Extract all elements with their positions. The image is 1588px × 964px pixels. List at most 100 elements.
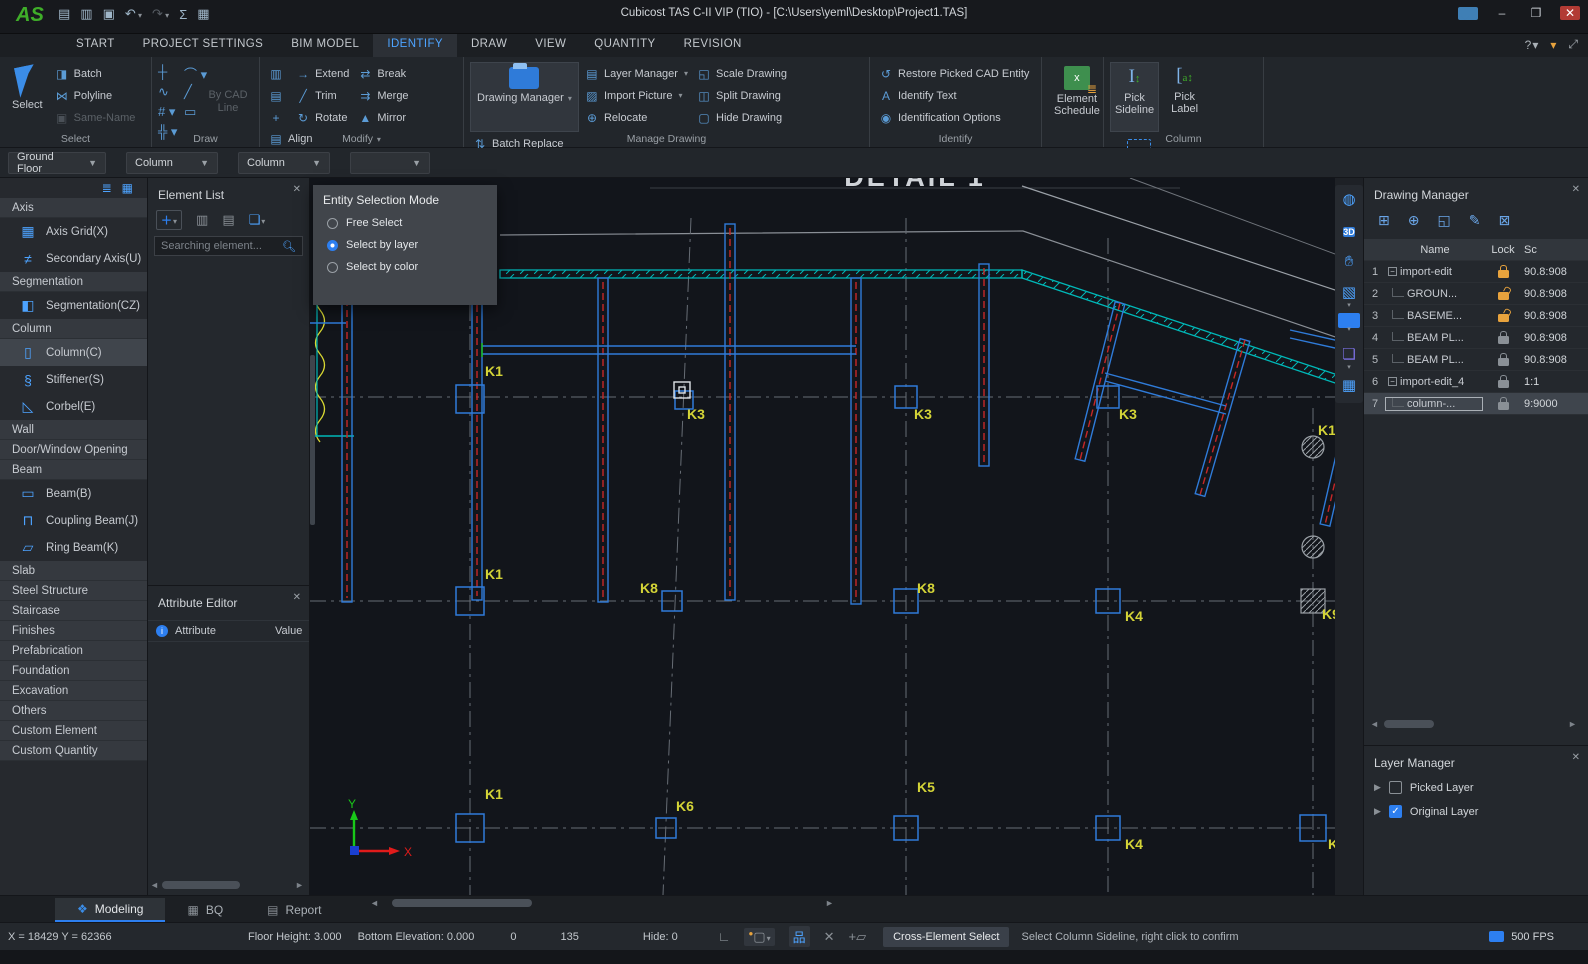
- tab-quantity[interactable]: QUANTITY: [580, 34, 669, 57]
- help-icon[interactable]: ?▾: [1525, 38, 1539, 52]
- trim-button[interactable]: ╱Trim: [296, 86, 349, 105]
- batch-button[interactable]: ◨Batch: [55, 64, 136, 83]
- sidebar-item-axis-grid-x[interactable]: ▦Axis Grid(X): [0, 218, 147, 245]
- sidebar-section-staircase[interactable]: Staircase: [0, 601, 147, 621]
- sidebar-section-wall[interactable]: Wall: [0, 420, 147, 440]
- expand-caret-icon[interactable]: ▶: [1374, 806, 1381, 817]
- arc-icon[interactable]: ⌒ ▾: [184, 64, 214, 84]
- unlock-icon[interactable]: [1498, 292, 1509, 300]
- view-3d-icon[interactable]: 3D: [1338, 220, 1360, 244]
- lock-icon[interactable]: [1498, 402, 1509, 410]
- sidebar-item-coupling-beam-j[interactable]: ⊓Coupling Beam(J): [0, 507, 147, 534]
- bottom-tab-bq[interactable]: ▦BQ: [165, 898, 245, 922]
- sidebar-section-slab[interactable]: Slab: [0, 561, 147, 581]
- identify-text-button[interactable]: AIdentify Text: [879, 86, 1029, 105]
- spline-icon[interactable]: ∿: [158, 84, 184, 104]
- option-free-select[interactable]: Free Select: [313, 217, 497, 229]
- sidebar-item-column-c[interactable]: ▯Column(C): [0, 339, 147, 366]
- polyline-button[interactable]: ⋈Polyline: [55, 86, 136, 105]
- element-selector[interactable]: Column▼: [238, 152, 330, 174]
- expand-caret-icon[interactable]: ▶: [1374, 782, 1381, 793]
- close-button[interactable]: ✕: [1560, 6, 1580, 20]
- sidebar-item-beam-b[interactable]: ▭Beam(B): [0, 480, 147, 507]
- delete-button[interactable]: ▥: [269, 64, 287, 83]
- drawing-manager-button[interactable]: Drawing Manager ▾: [470, 62, 579, 132]
- add-element-button[interactable]: ＋▾: [156, 210, 182, 230]
- sidebar-item-segmentation-cz[interactable]: ◧Segmentation(CZ): [0, 292, 147, 319]
- tab-revision[interactable]: REVISION: [670, 34, 756, 57]
- drawing-row-import-edit-4[interactable]: 6−import-edit_41:1: [1364, 371, 1588, 393]
- tab-start[interactable]: START: [62, 34, 129, 57]
- sidebar-item-secondary-axis-u[interactable]: ≠Secondary Axis(U): [0, 245, 147, 272]
- delete-drawing-icon[interactable]: ⊠: [1498, 212, 1510, 229]
- sidebar-item-stiffener-s[interactable]: §Stiffener(S): [0, 366, 147, 393]
- collapse-icon[interactable]: −: [1388, 267, 1397, 276]
- layer-checkbox[interactable]: ✓: [1389, 805, 1402, 818]
- attribute-editor-hscrollbar[interactable]: ◄►: [150, 879, 305, 891]
- identification-options-button[interactable]: ◉Identification Options: [879, 108, 1029, 127]
- hide-drawing-button[interactable]: ▢Hide Drawing: [697, 108, 787, 127]
- floor-selector[interactable]: Ground Floor▼: [8, 152, 106, 174]
- extra-selector[interactable]: ▼: [350, 152, 430, 174]
- sidebar-section-prefabrication[interactable]: Prefabrication: [0, 641, 147, 661]
- properties-button[interactable]: ▤: [269, 86, 287, 105]
- drawing-row-column[interactable]: 7column-...9:9000: [1364, 393, 1588, 415]
- solid-box-icon[interactable]: ▾: [1338, 313, 1360, 337]
- sidebar-section-steel-structure[interactable]: Steel Structure: [0, 581, 147, 601]
- sidebar-section-door-window-opening[interactable]: Door/Window Opening: [0, 440, 147, 460]
- attribute-editor-close-icon[interactable]: ✕: [293, 592, 301, 603]
- merge-button[interactable]: ⇉Merge: [358, 86, 408, 105]
- tab-view[interactable]: VIEW: [521, 34, 580, 57]
- option-select-by-color[interactable]: Select by color: [313, 261, 497, 273]
- scale-drawing-icon[interactable]: ◱: [1437, 212, 1450, 229]
- chat-icon[interactable]: [1458, 7, 1478, 20]
- category-selector[interactable]: Column▼: [126, 152, 218, 174]
- maximize-button[interactable]: ❐: [1526, 6, 1546, 20]
- wireframe-box-icon[interactable]: ▧▾: [1338, 282, 1360, 306]
- delete-element-icon[interactable]: ▥: [196, 212, 208, 228]
- sidebar-item-ring-beam-k[interactable]: ▱Ring Beam(K): [0, 534, 147, 561]
- drawing-row-baseme[interactable]: 3BASEME...90.8:908: [1364, 305, 1588, 327]
- pan-hand-icon[interactable]: ✋︎: [1338, 251, 1360, 275]
- tab-identify[interactable]: IDENTIFY: [373, 34, 457, 57]
- element-list-close-icon[interactable]: ✕: [293, 184, 301, 195]
- add-drawing-icon[interactable]: ⊞: [1378, 212, 1390, 229]
- sidebar-section-finishes[interactable]: Finishes: [0, 621, 147, 641]
- bottom-tab-modeling[interactable]: ❖Modeling: [55, 898, 165, 922]
- table-view-icon[interactable]: ▦: [1338, 375, 1360, 399]
- panel-view-icon[interactable]: ▦: [122, 181, 133, 198]
- selection-mode-button[interactable]: Cross-Element Select: [883, 927, 1009, 947]
- sidebar-section-segmentation[interactable]: Segmentation: [0, 272, 147, 292]
- orbit-icon[interactable]: ◍: [1338, 189, 1360, 213]
- sidebar-section-column[interactable]: Column: [0, 319, 147, 339]
- canvas-vertical-scrollbar[interactable]: [310, 355, 315, 525]
- lock-icon[interactable]: [1498, 380, 1509, 388]
- scale-drawing-button[interactable]: ◱Scale Drawing: [697, 64, 787, 83]
- list-view-icon[interactable]: ≣: [102, 181, 112, 198]
- lock-icon[interactable]: [1498, 336, 1509, 344]
- sidebar-section-foundation[interactable]: Foundation: [0, 661, 147, 681]
- pick-label-button[interactable]: [a↕ Pick Label: [1162, 62, 1207, 132]
- layers-stack-icon[interactable]: ❏▾: [1338, 344, 1360, 368]
- restore-picked-cad-entity-button[interactable]: ↺Restore Picked CAD Entity: [879, 64, 1029, 83]
- layer-manager-close-icon[interactable]: ✕: [1572, 752, 1580, 763]
- ortho-icon[interactable]: ∟: [718, 929, 731, 944]
- pickbox-icon[interactable]: ●▢▾: [744, 928, 774, 946]
- sidebar-section-custom-element[interactable]: Custom Element: [0, 721, 147, 741]
- tab-bim-model[interactable]: BIM MODEL: [277, 34, 373, 57]
- layer-original-layer[interactable]: ▶✓Original Layer: [1364, 805, 1588, 818]
- fullscreen-icon[interactable]: ⤢: [1568, 37, 1578, 52]
- break-button[interactable]: ⇄Break: [358, 64, 408, 83]
- pick-sideline-button[interactable]: I↕ Pick Sideline: [1110, 62, 1159, 132]
- relocate-drawing-icon[interactable]: ⊕: [1408, 212, 1420, 229]
- drawing-row-import-edit[interactable]: 1−import-edit90.8:908: [1364, 261, 1588, 283]
- drawing-manager-close-icon[interactable]: ✕: [1572, 184, 1580, 195]
- layer-checkbox[interactable]: [1389, 781, 1402, 794]
- sidebar-section-others[interactable]: Others: [0, 701, 147, 721]
- option-select-by-layer[interactable]: Select by layer: [313, 239, 497, 251]
- extend-button[interactable]: →Extend: [296, 64, 349, 83]
- sidebar-section-custom-quantity[interactable]: Custom Quantity: [0, 741, 147, 761]
- sidebar-item-corbel-e[interactable]: ◺Corbel(E): [0, 393, 147, 420]
- sidebar-section-excavation[interactable]: Excavation: [0, 681, 147, 701]
- canvas-horizontal-scrollbar[interactable]: ◄►: [370, 897, 835, 909]
